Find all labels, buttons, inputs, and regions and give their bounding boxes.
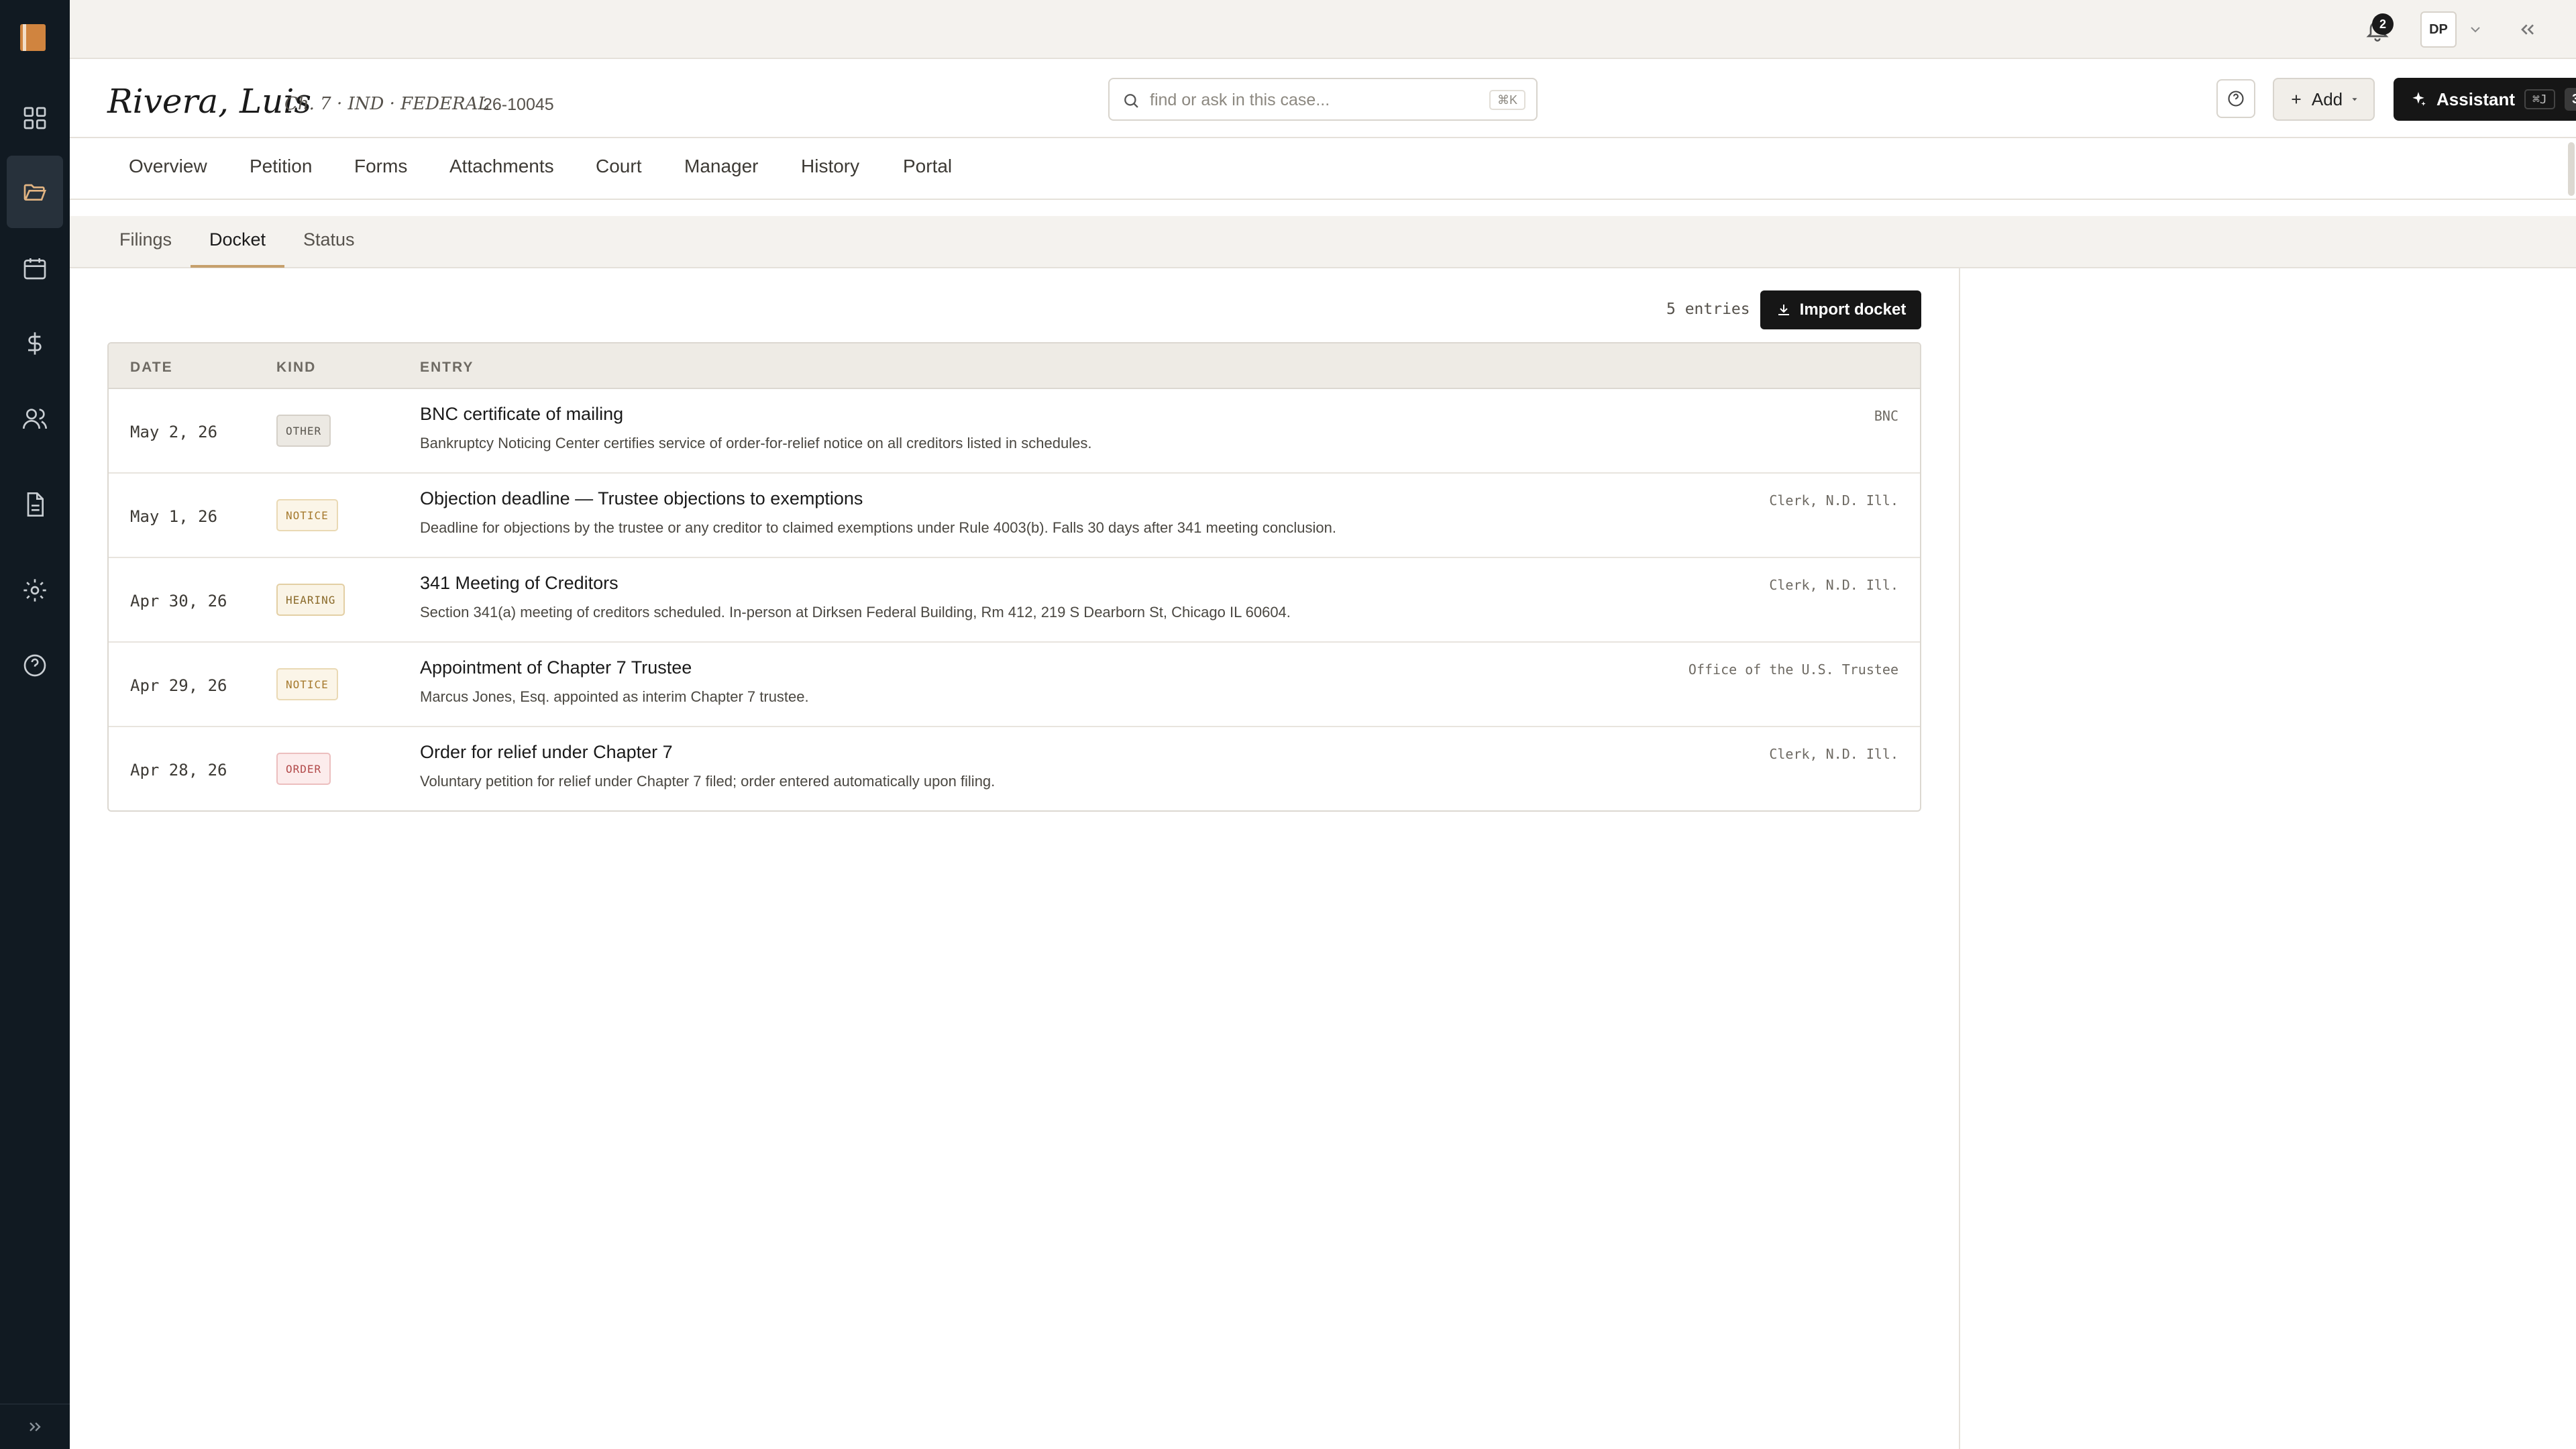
add-button[interactable]: Add [2273,78,2375,121]
dollar-icon [28,332,42,355]
folder-open-icon [23,184,46,201]
kind-badge: NOTICE [276,499,338,531]
assistant-shortcut: ⌘J [2524,89,2555,109]
entry-title: BNC certificate of mailing [420,404,624,424]
book-logo-icon[interactable] [20,24,46,51]
table-row[interactable]: Apr 28, 26 ORDER Order for relief under … [109,727,1920,810]
tab-attachments[interactable]: Attachments [449,156,554,177]
entry-source: Clerk, N.D. Ill. [1769,746,1898,762]
avatar[interactable]: DP [2420,11,2457,48]
row-date: Apr 28, 26 [130,761,227,780]
plus-icon [2292,95,2301,104]
case-meta: Ch. 7 · IND · FEDERAL [284,94,490,114]
top-bar [70,0,2576,59]
help-button[interactable] [2216,79,2255,118]
rail-cases[interactable] [7,156,63,228]
tab-history[interactable]: History [801,156,859,177]
assistant-count-badge: 3 [2564,88,2576,111]
entry-source: BNC [1874,408,1898,424]
entry-description: Voluntary petition for relief under Chap… [420,773,996,790]
help-circle-icon [2228,91,2244,107]
kind-badge: HEARING [276,584,345,616]
entry-title: Objection deadline — Trustee objections … [420,488,863,508]
case-header: Rivera, Luis Ch. 7 · IND · FEDERAL 26-10… [70,59,2576,138]
entry-source: Office of the U.S. Trustee [1688,661,1898,678]
assistant-button[interactable]: Assistant ⌘J 3 [2394,78,2576,121]
table-header: DATE KIND ENTRY [109,343,1920,389]
app-rail [0,0,70,1449]
entry-title: Order for relief under Chapter 7 [420,742,673,762]
caret-down-icon [2352,98,2357,101]
rail-documents[interactable] [7,468,63,541]
row-date: Apr 29, 26 [130,676,227,695]
column-date: DATE [130,360,173,375]
sub-tabs: Filings Docket Status [70,216,2576,268]
table-row[interactable]: Apr 29, 26 NOTICE Appointment of Chapter… [109,643,1920,727]
tab-petition[interactable]: Petition [250,156,312,177]
docket-table: DATE KIND ENTRY May 2, 26 OTHER BNC cert… [107,342,1921,812]
download-icon [1778,305,1789,315]
entry-description: Deadline for objections by the trustee o… [420,519,1336,536]
table-row[interactable]: May 2, 26 OTHER BNC certificate of maili… [109,389,1920,474]
subtab-status[interactable]: Status [303,229,355,250]
table-row[interactable]: May 1, 26 NOTICE Objection deadline — Tr… [109,474,1920,558]
table-row[interactable]: Apr 30, 26 HEARING 341 Meeting of Credit… [109,558,1920,643]
import-docket-label: Import docket [1799,301,1907,319]
tab-court[interactable]: Court [596,156,641,177]
rail-dashboard[interactable] [7,82,63,154]
tab-forms[interactable]: Forms [354,156,407,177]
entry-title: 341 Meeting of Creditors [420,573,619,593]
rail-contacts[interactable] [7,382,63,455]
calendar-icon [23,258,46,280]
entry-description: Section 341(a) meeting of creditors sche… [420,604,1291,621]
users-icon [23,409,47,429]
row-date: May 1, 26 [130,507,218,526]
search-icon [1124,94,1138,108]
tab-overview[interactable]: Overview [129,156,207,177]
entry-title: Appointment of Chapter 7 Trustee [420,657,692,678]
search-input[interactable] [1150,87,1472,113]
active-subtab-indicator [191,265,284,268]
search-shortcut: ⌘K [1489,90,1525,110]
rail-help[interactable] [7,629,63,702]
add-button-label: Add [2311,89,2343,109]
chevrons-left-icon[interactable] [2517,19,2538,40]
kind-badge: OTHER [276,415,331,447]
kind-badge: NOTICE [276,668,338,700]
row-date: May 2, 26 [130,423,218,441]
kind-badge: ORDER [276,753,331,785]
entry-description: Bankruptcy Noticing Center certifies ser… [420,435,1092,451]
notifications-badge: 2 [2372,13,2394,35]
rail-billing[interactable] [7,307,63,380]
chevrons-right-icon [30,1422,41,1432]
rail-settings[interactable] [7,554,63,627]
help-circle-icon [23,654,46,677]
subtab-filings[interactable]: Filings [119,229,172,250]
dashboard-icon [23,107,46,129]
entry-description: Marcus Jones, Esq. appointed as interim … [420,688,809,705]
row-date: Apr 30, 26 [130,592,227,610]
column-kind: KIND [276,360,317,375]
entries-count: 5 entries [1666,301,1750,318]
right-panel [1959,268,2576,1449]
entry-source: Clerk, N.D. Ill. [1769,577,1898,593]
gear-icon [23,579,46,602]
case-number: 26-10045 [483,95,554,114]
document-icon [27,492,44,517]
rail-calendar[interactable] [7,232,63,305]
case-search[interactable]: ⌘K [1108,78,1538,121]
tab-manager[interactable]: Manager [684,156,759,177]
column-entry: ENTRY [420,360,474,375]
assistant-label: Assistant [2436,89,2516,109]
scrollbar[interactable] [2568,142,2575,196]
import-docket-button[interactable]: Import docket [1760,290,1921,329]
sparkle-icon [2412,92,2426,106]
case-title: Rivera, Luis [107,82,312,121]
expand-rail-button[interactable] [0,1403,70,1449]
tab-portal[interactable]: Portal [903,156,952,177]
case-tabs: Overview Petition Forms Attachments Cour… [70,138,2576,200]
subtab-docket[interactable]: Docket [209,229,266,250]
entry-source: Clerk, N.D. Ill. [1769,492,1898,508]
chevron-down-icon[interactable] [2467,21,2483,38]
